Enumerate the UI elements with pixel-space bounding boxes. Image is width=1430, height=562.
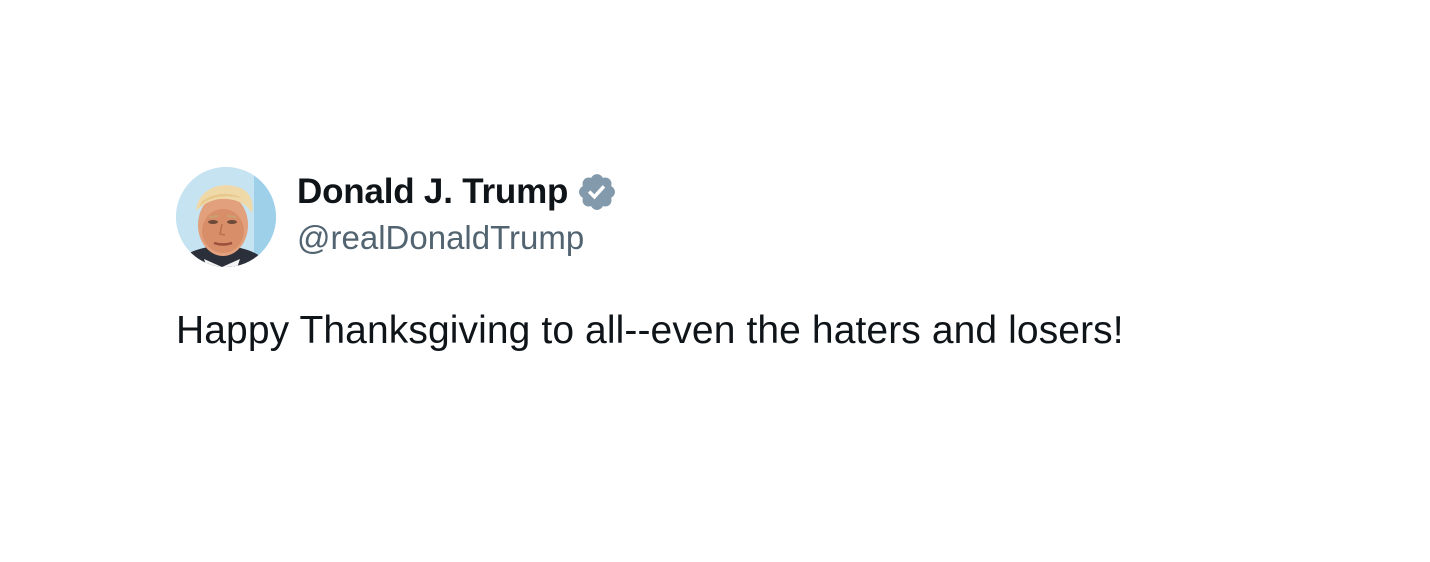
tweet-text: Happy Thanksgiving to all--even the hate… [176,309,1124,352]
tweet-header: Donald J. Trump @realDonaldTrump [176,167,1376,267]
user-handle[interactable]: @realDonaldTrump [297,219,618,257]
profile-photo-icon [176,167,276,267]
avatar[interactable] [176,167,276,267]
display-name-row: Donald J. Trump [297,169,618,215]
tweet-page: Donald J. Trump @realDonaldTrump Happy T… [0,0,1430,562]
verified-badge-icon[interactable] [576,171,618,213]
display-name[interactable]: Donald J. Trump [297,172,568,212]
author-names: Donald J. Trump @realDonaldTrump [297,167,618,257]
tweet-card: Donald J. Trump @realDonaldTrump Happy T… [176,167,1376,353]
